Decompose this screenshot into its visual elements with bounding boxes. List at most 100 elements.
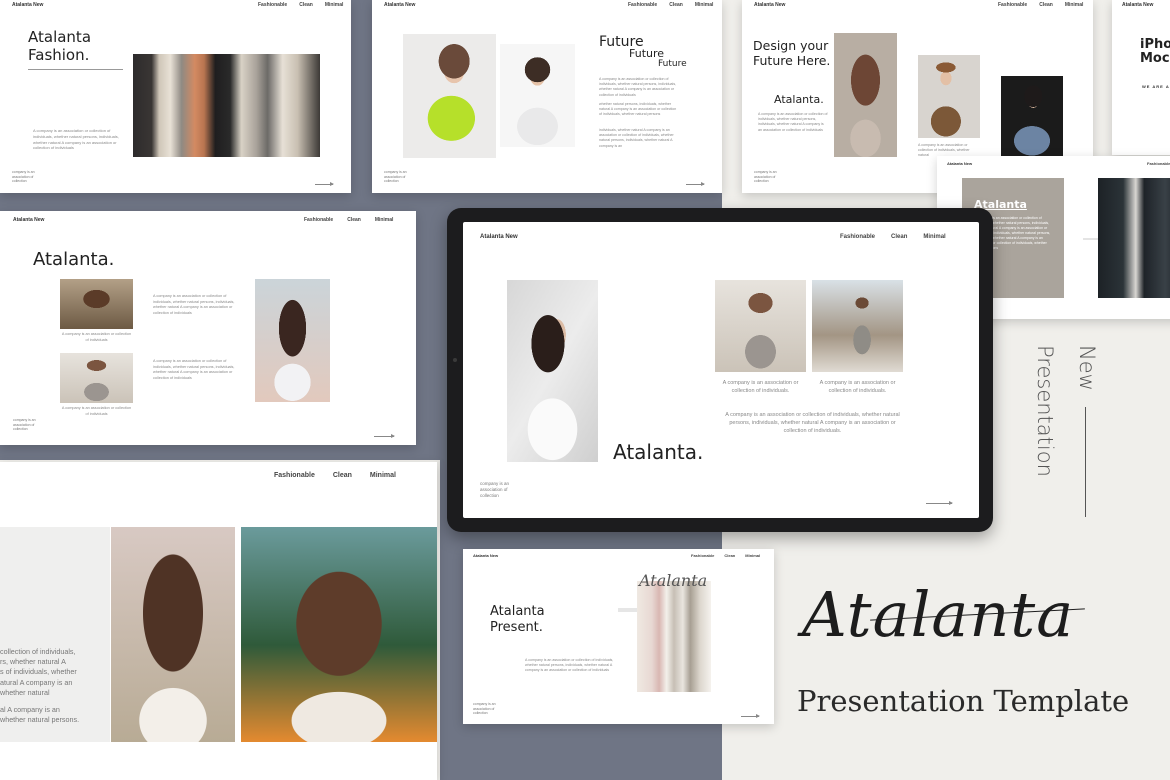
dark-clothes-photo <box>1098 178 1170 298</box>
slide-atalanta-gallery[interactable]: Atalanta New Fashionable Clean Minimal A… <box>0 211 416 445</box>
para-line: al A company is an <box>0 705 60 715</box>
slide-large-photos[interactable]: Fashionable Clean Minimal collection of … <box>0 462 437 780</box>
title-line: Future Here. <box>753 53 831 68</box>
photo-caption: A company is an association or collectio… <box>61 406 132 416</box>
vertical-label-new: New <box>1075 345 1099 391</box>
nav-minimal: Minimal <box>1064 2 1084 8</box>
slide-title: Atalanta Present. <box>490 604 545 635</box>
nav-clean: Clean <box>1039 2 1053 8</box>
slide-paragraph: whether natural persons, individuals, wh… <box>599 102 677 117</box>
title-line: Present. <box>490 619 543 635</box>
slide-atalanta-present[interactable]: Atalanta New Fashionable Clean Minimal A… <box>463 549 774 724</box>
vertical-divider <box>1085 407 1086 517</box>
slide-brand: Atalanta New <box>754 2 786 8</box>
slide-paragraph: A company is an association or collectio… <box>33 128 119 151</box>
slide-title: Atalanta. <box>33 249 115 270</box>
model-dress-photo <box>715 280 806 372</box>
title-line: Fashion. <box>28 46 90 64</box>
para-line: s of individuals, whether <box>0 667 77 677</box>
tablet-screen[interactable]: Atalanta New Fashionable Clean Minimal A… <box>463 222 979 518</box>
slide-title-3: Future <box>658 59 687 69</box>
slide-nav: Fashionable Clean Minimal <box>691 553 760 558</box>
slide-nav: Fashionable <box>1147 161 1170 166</box>
title-line: Atalanta <box>490 604 545 619</box>
nav-clean: Clean <box>332 472 352 479</box>
model-shadow-photo <box>507 280 598 462</box>
nav-clean: Clean <box>669 2 683 8</box>
title-underline <box>28 69 123 70</box>
nav-fashionable: Fashionable <box>274 472 315 479</box>
slide-nav: Fashionable Clean Minimal <box>628 2 713 8</box>
photo-caption: A company is an association or collectio… <box>61 332 132 342</box>
slide-footnote: company is an association of collection <box>473 702 496 716</box>
title-line: Design your <box>753 38 829 53</box>
next-arrow[interactable] <box>315 182 334 186</box>
model-garden-photo <box>241 527 437 742</box>
slide-nav: Fashionable Clean Minimal <box>274 472 396 479</box>
slide-brand: Atalanta New <box>13 217 45 223</box>
para-line: rs, whether natural A <box>0 657 66 667</box>
slide-footnote: company is an association of collection <box>384 170 407 184</box>
title-line: Atalanta <box>28 28 92 46</box>
slide-nav: Fashionable Clean Minimal <box>304 217 393 223</box>
hanging-clothes-photo <box>637 581 711 692</box>
nav-minimal: Minimal <box>745 553 761 558</box>
tagline: Presentation Template <box>797 684 1130 718</box>
slide-nav: Fashionable Clean Minimal <box>840 234 946 240</box>
model-long-hair-photo <box>834 33 897 157</box>
next-arrow[interactable] <box>374 434 395 438</box>
slide-footnote: company is an association of collection <box>754 170 777 184</box>
title-line: Mock <box>1140 50 1170 66</box>
slide-brand: Atalanta New <box>384 2 416 8</box>
para-line: atural A company is an <box>0 677 73 687</box>
clothes-rack-photo <box>133 54 320 157</box>
model-outdoor-photo <box>60 279 133 329</box>
next-arrow[interactable] <box>686 182 705 186</box>
model-white-shirt-photo <box>500 44 575 147</box>
slide-brand: Atalanta New <box>947 161 973 166</box>
slide-atalanta-fashion[interactable]: Atalanta New Fashionable Clean Minimal A… <box>0 0 351 193</box>
nav-minimal: Minimal <box>694 2 714 8</box>
model-green-jacket-photo <box>403 34 496 158</box>
nav-clean: Clean <box>724 553 736 558</box>
model-portrait-photo <box>111 527 235 742</box>
slide-paragraph: A company is an association or collectio… <box>153 294 235 315</box>
slide-paragraph: A company is an association or collectio… <box>725 412 900 434</box>
slide-future[interactable]: Atalanta New Fashionable Clean Minimal F… <box>372 0 722 193</box>
nav-fashionable: Fashionable <box>1147 161 1170 166</box>
vertical-label-presentation: Presentation <box>1033 345 1057 477</box>
model-dress-photo <box>60 353 133 403</box>
nav-fashionable: Fashionable <box>258 2 288 8</box>
photo-caption: A company is an association or collectio… <box>819 380 896 394</box>
nav-clean: Clean <box>347 217 361 223</box>
slide-footnote: company is an association of collection <box>480 481 510 498</box>
slide-paragraph: individuals, whether natural A company i… <box>599 128 674 148</box>
next-arrow[interactable] <box>741 714 760 718</box>
slide-iphone-mock[interactable]: Atalanta New iPhone Mock WE ARE A <box>1112 0 1170 155</box>
slide-footnote: company is an association of collection <box>12 170 35 184</box>
title-line: iPhone <box>1140 37 1170 52</box>
nav-minimal: Minimal <box>923 234 946 240</box>
model-sunglasses-photo <box>255 279 330 402</box>
nav-minimal: Minimal <box>369 472 396 479</box>
nav-fashionable: Fashionable <box>304 217 334 223</box>
slide-nav: Fashionable Clean Minimal <box>998 2 1083 8</box>
slide-paragraph: A company is an association or collectio… <box>525 658 614 673</box>
slide-brand: Atalanta New <box>12 2 44 8</box>
slide-paragraph: collection of individuals, rs, whether n… <box>0 647 82 726</box>
slide-footnote: company is an association of collection <box>13 418 36 432</box>
slide-paragraph: A company is an association or collectio… <box>599 77 677 97</box>
slide-brand: Atalanta New <box>480 234 518 240</box>
nav-clean: Clean <box>891 234 908 240</box>
slide-title: Atalanta. <box>613 440 704 464</box>
model-denim-photo <box>1001 76 1063 157</box>
para-line: whether natural persons. <box>0 715 80 725</box>
tablet-mockup: Atalanta New Fashionable Clean Minimal A… <box>447 208 993 532</box>
slide-title: Atalanta Fashion. <box>28 28 91 64</box>
slide-subtitle: Atalanta. <box>774 93 824 106</box>
signature-logo: Atalanta <box>802 578 1075 651</box>
tablet-camera <box>453 358 457 362</box>
nav-fashionable: Fashionable <box>691 553 715 558</box>
next-arrow[interactable] <box>926 501 953 505</box>
slide-brand: Atalanta New <box>473 553 499 558</box>
